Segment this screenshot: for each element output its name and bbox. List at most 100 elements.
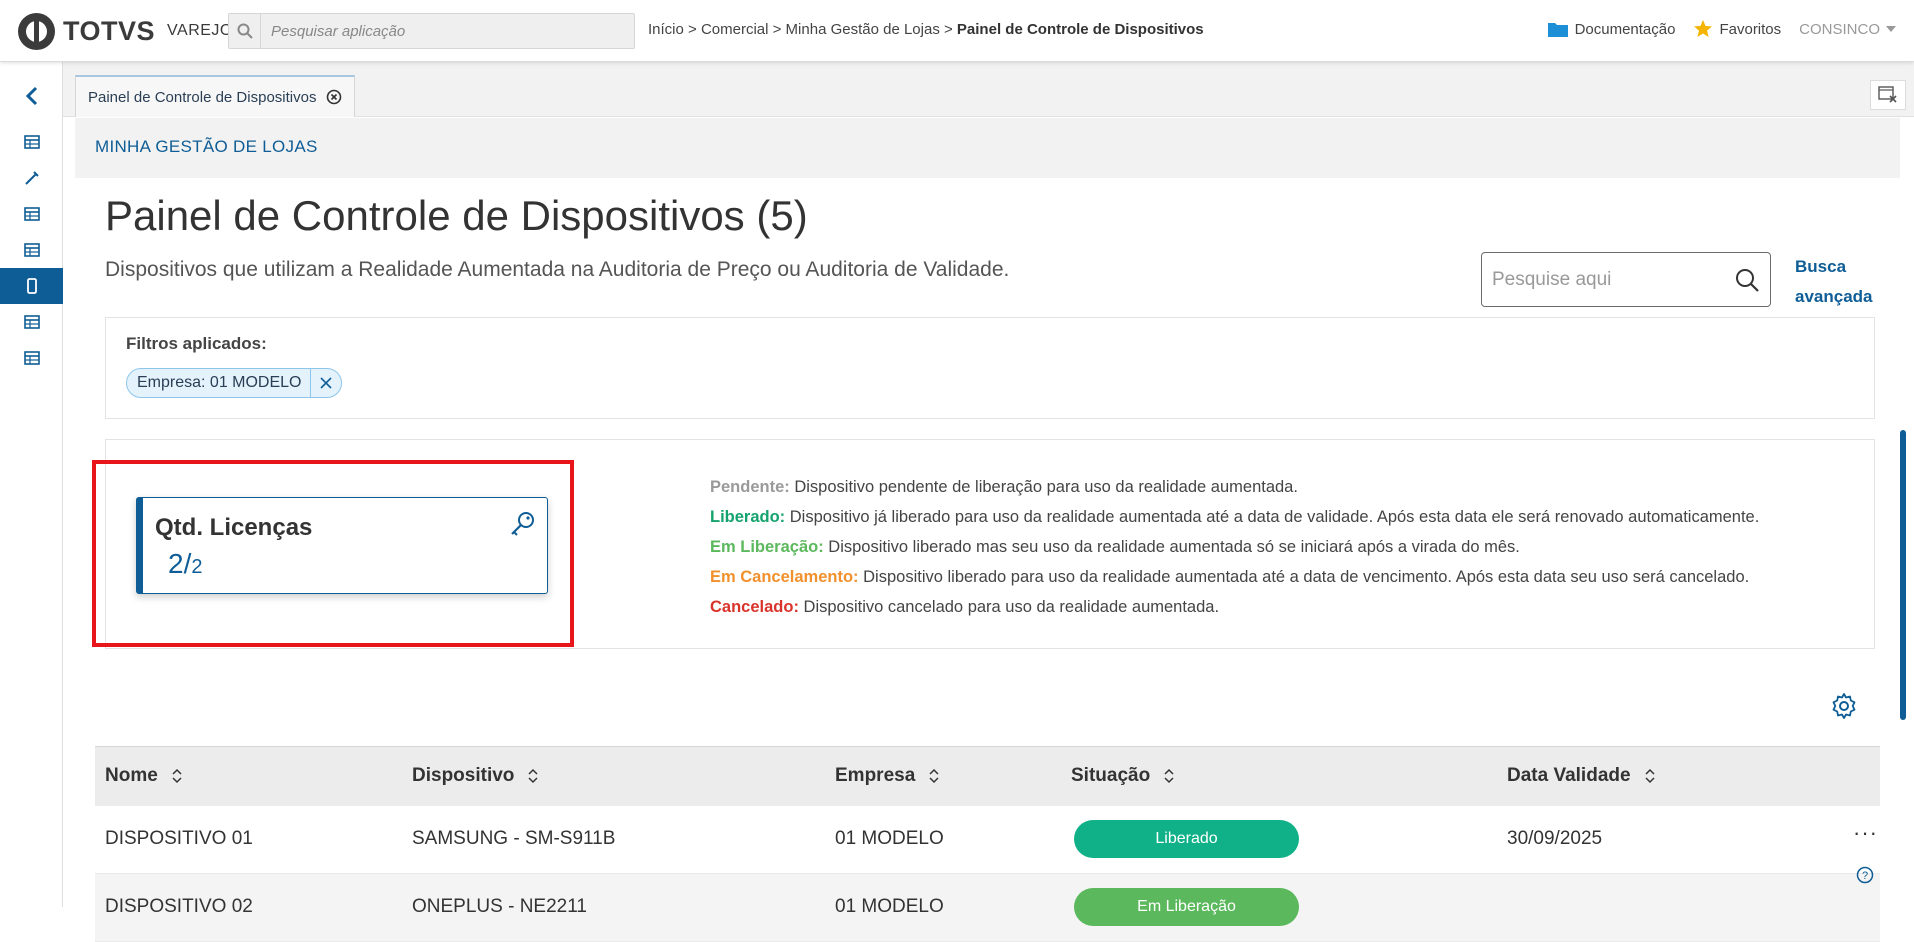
legend-text: Dispositivo liberado para uso da realida… xyxy=(858,568,1750,586)
legend-item: Em Cancelamento: Dispositivo liberado pa… xyxy=(710,562,1759,592)
search-icon xyxy=(229,14,261,48)
status-badge: Liberado xyxy=(1074,820,1299,858)
breadcrumb-current: Painel de Controle de Dispositivos xyxy=(956,21,1204,38)
status-legend: Pendente: Dispositivo pendente de libera… xyxy=(710,472,1759,622)
sort-icon xyxy=(1645,768,1655,784)
cell-data-validade: 30/09/2025 xyxy=(1507,828,1603,849)
applied-filters: Filtros aplicados: Empresa: 01 MODELO xyxy=(105,317,1875,419)
column-header-dispositivo[interactable]: Dispositivo xyxy=(412,765,538,787)
table-row[interactable]: DISPOSITIVO 01 SAMSUNG - SM-S911B 01 MOD… xyxy=(95,806,1880,874)
table-icon xyxy=(23,207,40,221)
section-header: MINHA GESTÃO DE LOJAS xyxy=(75,118,1900,178)
close-tab-icon[interactable] xyxy=(326,89,342,105)
sidebar-item-table-1[interactable] xyxy=(0,124,63,160)
table-icon xyxy=(23,243,40,257)
cell-dispositivo: ONEPLUS - NE2211 xyxy=(412,896,587,917)
section-title: MINHA GESTÃO DE LOJAS xyxy=(95,137,318,156)
sort-icon xyxy=(528,768,538,784)
row-actions-menu[interactable]: ··· xyxy=(1853,820,1878,846)
sort-icon xyxy=(172,768,182,784)
page-subtitle: Dispositivos que utilizam a Realidade Au… xyxy=(105,258,1010,281)
column-header-nome[interactable]: Nome xyxy=(105,765,182,787)
sidebar-item-table-2[interactable] xyxy=(0,196,63,232)
help-icon[interactable]: ? xyxy=(1856,866,1874,884)
sidebar-item-table-4[interactable] xyxy=(0,304,63,340)
sidebar-item-table-3[interactable] xyxy=(0,232,63,268)
table-header: Nome Dispositivo Empresa Situação Data V… xyxy=(95,746,1880,806)
license-count-card[interactable]: Qtd. Licenças 2/2 xyxy=(136,497,548,594)
cell-nome: DISPOSITIVO 01 xyxy=(105,828,253,849)
advanced-search-link[interactable]: Busca avançada xyxy=(1795,252,1873,312)
close-all-tabs-button[interactable] xyxy=(1870,80,1906,110)
search-input[interactable]: Pesquise aqui xyxy=(1481,252,1771,307)
table-settings-gear-icon[interactable] xyxy=(1830,692,1858,720)
cell-nome: DISPOSITIVO 02 xyxy=(105,896,253,917)
legend-status-liberado: Liberado: xyxy=(710,508,786,526)
filter-chip-text: Empresa: 01 MODELO xyxy=(127,369,311,397)
table-icon xyxy=(23,351,40,365)
license-used: 2/ xyxy=(168,548,192,579)
sidebar-item-tools[interactable] xyxy=(0,160,63,196)
license-card-title: Qtd. Licenças xyxy=(155,514,313,541)
advanced-search-line2: avançada xyxy=(1795,287,1873,306)
legend-text: Dispositivo cancelado para uso da realid… xyxy=(798,598,1220,616)
legend-item: Liberado: Dispositivo já liberado para u… xyxy=(710,502,1759,532)
column-header-data-validade[interactable]: Data Validade xyxy=(1507,765,1655,787)
brand-sub: VAREJO xyxy=(167,22,233,39)
search-icon[interactable] xyxy=(1734,267,1760,293)
legend-status-em-cancelamento: Em Cancelamento: xyxy=(710,568,859,586)
collapse-sidebar-button[interactable] xyxy=(0,78,63,114)
column-header-situacao[interactable]: Situação xyxy=(1071,765,1174,787)
favorites-link[interactable]: Favoritos xyxy=(1693,19,1781,39)
tab-label: Painel de Controle de Dispositivos xyxy=(88,88,317,106)
sort-icon xyxy=(1164,768,1174,784)
totvs-logo[interactable]: TOTVS VAREJO xyxy=(18,12,233,50)
caret-down-icon xyxy=(1886,26,1896,32)
legend-text: Dispositivo já liberado para uso da real… xyxy=(785,508,1760,526)
breadcrumb-path[interactable]: Início > Comercial > Minha Gestão de Loj… xyxy=(648,21,957,38)
sidebar-item-devices[interactable] xyxy=(0,268,63,304)
vertical-scrollbar[interactable] xyxy=(1900,430,1906,720)
table-icon xyxy=(23,135,40,149)
column-header-empresa[interactable]: Empresa xyxy=(835,765,939,787)
license-total: 2 xyxy=(191,556,203,578)
top-right-actions: Documentação Favoritos CONSINCO xyxy=(1547,19,1896,39)
legend-text: Dispositivo liberado mas seu uso da real… xyxy=(823,538,1520,556)
legend-item: Em Liberação: Dispositivo liberado mas s… xyxy=(710,532,1759,562)
legend-item: Pendente: Dispositivo pendente de libera… xyxy=(710,472,1759,502)
documentation-link[interactable]: Documentação xyxy=(1547,20,1676,38)
totvs-logo-icon xyxy=(18,12,55,50)
close-tabs-icon xyxy=(1878,86,1897,103)
license-count: 2/2 xyxy=(168,548,202,580)
legend-status-cancelado: Cancelado: xyxy=(710,598,799,616)
app-search-input[interactable]: Pesquisar aplicação xyxy=(228,13,635,49)
star-icon xyxy=(1694,20,1713,37)
main-content: MINHA GESTÃO DE LOJAS Painel de Controle… xyxy=(75,118,1900,942)
column-label: Dispositivo xyxy=(412,765,515,786)
column-label: Situação xyxy=(1071,765,1151,786)
key-icon xyxy=(511,512,534,536)
documentation-label: Documentação xyxy=(1574,20,1676,38)
advanced-search-line1: Busca xyxy=(1795,257,1847,276)
legend-text: Dispositivo pendente de liberação para u… xyxy=(789,478,1298,496)
user-menu[interactable]: CONSINCO xyxy=(1799,21,1896,38)
tab-device-panel[interactable]: Painel de Controle de Dispositivos xyxy=(75,75,356,117)
column-label: Nome xyxy=(105,765,158,786)
page-title: Painel de Controle de Dispositivos (5) xyxy=(105,192,808,239)
cell-empresa: 01 MODELO xyxy=(835,896,944,917)
search-placeholder: Pesquise aqui xyxy=(1492,268,1612,290)
table-row[interactable]: DISPOSITIVO 02 ONEPLUS - NE2211 01 MODEL… xyxy=(95,874,1880,942)
app-search-placeholder: Pesquisar aplicação xyxy=(271,22,406,40)
top-bar: TOTVS VAREJO Pesquisar aplicação Início … xyxy=(0,0,1914,62)
user-name: CONSINCO xyxy=(1799,20,1880,38)
legend-item: Cancelado: Dispositivo cancelado para us… xyxy=(710,592,1759,622)
column-label: Empresa xyxy=(835,765,916,786)
table-icon xyxy=(23,315,40,329)
sort-icon xyxy=(929,768,939,784)
column-label: Data Validade xyxy=(1507,765,1631,786)
sidebar-item-table-5[interactable] xyxy=(0,340,63,376)
folder-icon xyxy=(1547,23,1568,37)
remove-filter-icon[interactable] xyxy=(311,369,341,397)
filters-label: Filtros aplicados: xyxy=(126,334,267,353)
breadcrumb: Início > Comercial > Minha Gestão de Loj… xyxy=(648,21,1204,38)
